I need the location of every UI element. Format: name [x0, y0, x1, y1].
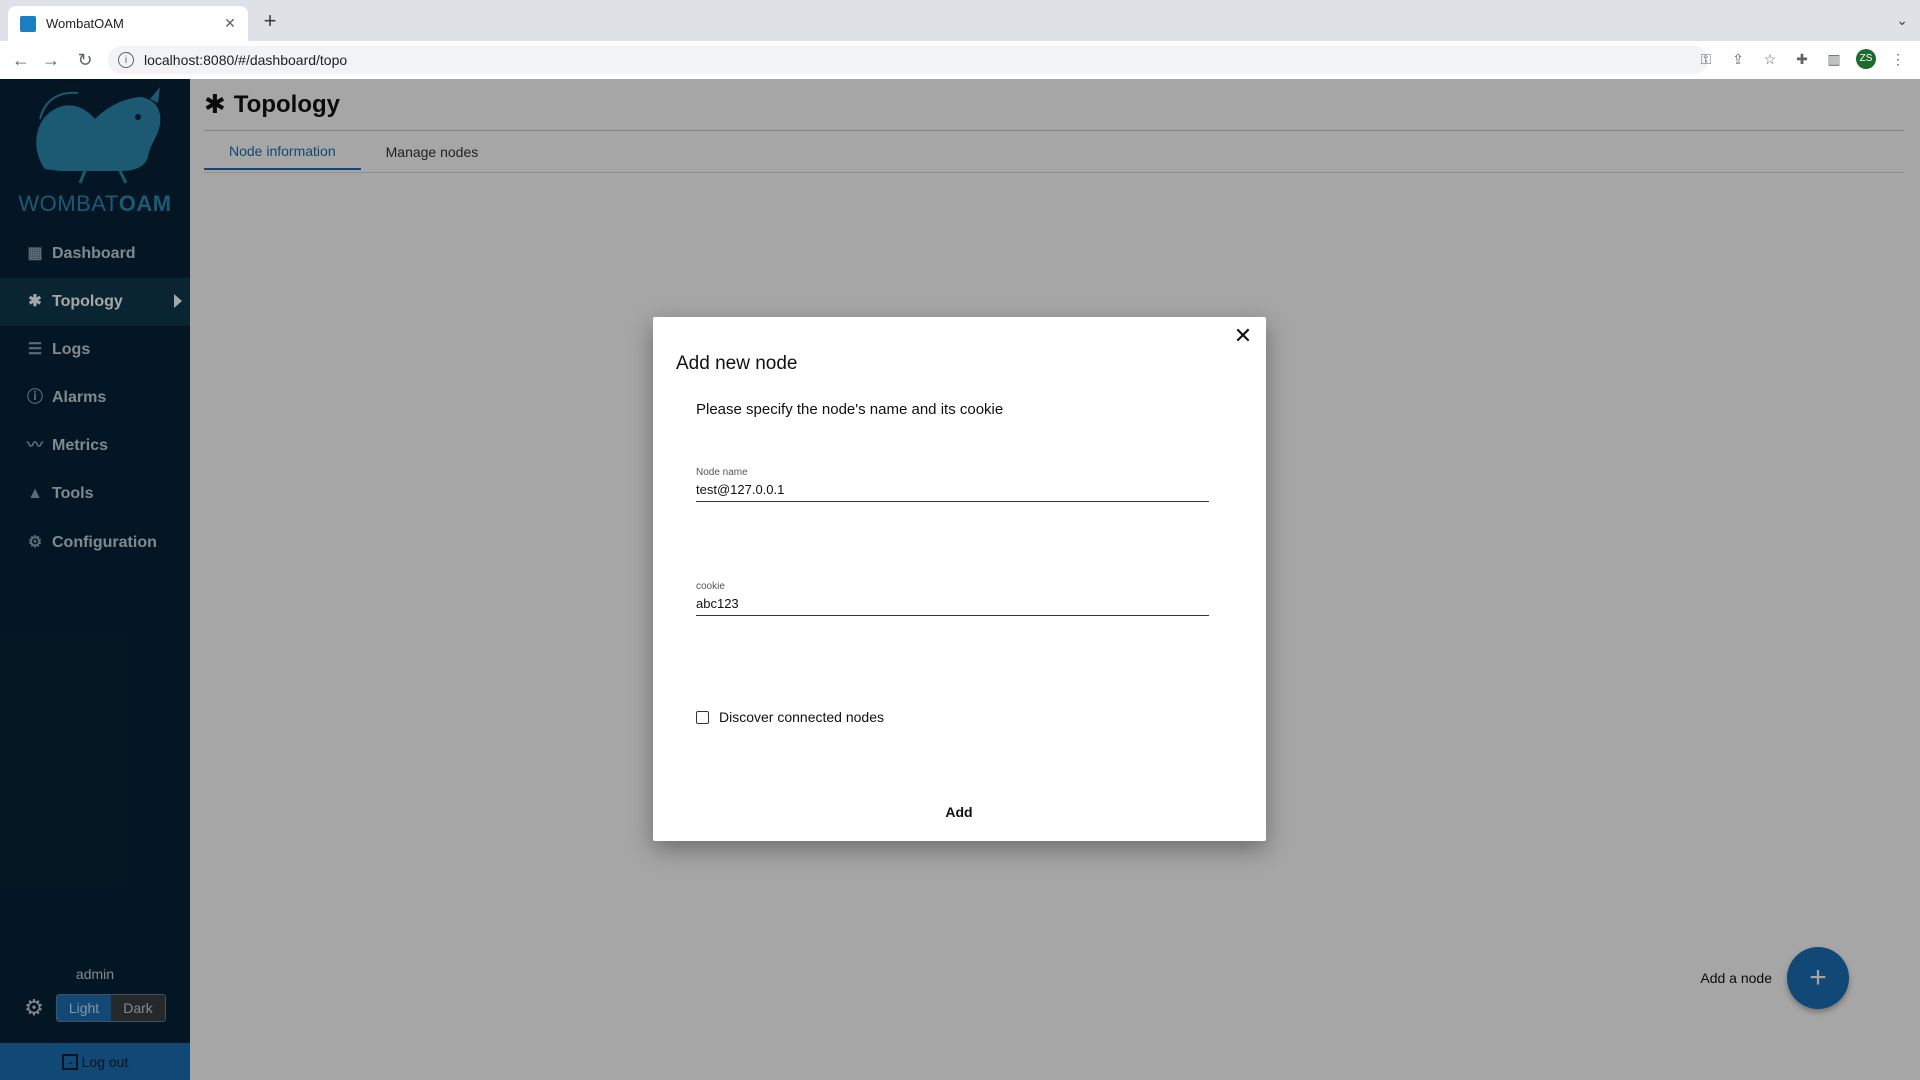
close-tab-icon[interactable]: ✕ [220, 15, 240, 32]
cookie-input[interactable] [696, 592, 1209, 616]
close-icon[interactable]: ✕ [1230, 323, 1256, 349]
browser-tab-strip: WombatOAM ✕ + ⌄ [0, 0, 1920, 41]
new-tab-icon[interactable]: + [258, 10, 282, 32]
share-icon[interactable]: ⇪ [1728, 49, 1748, 69]
add-node-dialog: ✕ Add new node Please specify the node's… [653, 317, 1266, 841]
bookmark-star-icon[interactable]: ☆ [1760, 49, 1780, 69]
discover-nodes-checkbox[interactable]: Discover connected nodes [696, 709, 884, 725]
extensions-icon[interactable]: ✚ [1792, 49, 1812, 69]
site-info-icon[interactable]: i [118, 52, 134, 68]
dialog-description: Please specify the node's name and its c… [696, 401, 1004, 418]
browser-toolbar: ← → ↻ i localhost:8080/#/dashboard/topo … [0, 41, 1920, 80]
tab-search-icon[interactable]: ⌄ [1896, 12, 1908, 29]
dialog-title: Add new node [676, 353, 798, 374]
node-name-input[interactable] [696, 478, 1209, 502]
browser-menu-icon[interactable]: ⋮ [1888, 49, 1908, 69]
reload-icon[interactable]: ↻ [74, 49, 96, 71]
cookie-field: cookie [696, 581, 1209, 616]
browser-tab-title: WombatOAM [46, 16, 124, 31]
checkbox-icon[interactable] [696, 710, 709, 724]
profile-avatar[interactable]: ZS [1856, 49, 1876, 69]
node-name-field: Node name [696, 467, 1209, 502]
key-icon[interactable]: ⚿ [1696, 49, 1716, 69]
cookie-label: cookie [696, 581, 725, 592]
back-icon[interactable]: ← [10, 49, 32, 71]
node-name-label: Node name [696, 467, 748, 478]
add-button[interactable]: Add [929, 797, 989, 827]
side-panel-icon[interactable]: ▥ [1824, 49, 1844, 69]
address-url: localhost:8080/#/dashboard/topo [144, 52, 348, 68]
browser-tab[interactable]: WombatOAM ✕ [8, 6, 248, 41]
forward-icon[interactable]: → [40, 49, 62, 71]
favicon-icon [20, 15, 36, 32]
checkbox-label: Discover connected nodes [719, 709, 884, 725]
address-bar[interactable]: i localhost:8080/#/dashboard/topo [108, 46, 1708, 74]
